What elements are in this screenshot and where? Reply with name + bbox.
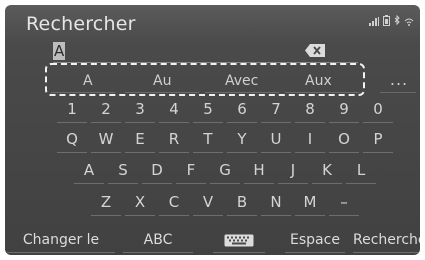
search-screen: Rechercher A A Au Avec Aux ... 1 2 3 4 5… <box>5 5 420 255</box>
keyboard-key[interactable]: M <box>295 190 325 216</box>
keyboard-key[interactable]: D <box>142 158 172 184</box>
more-suggestions-button[interactable]: ... <box>384 70 414 90</box>
keyboard-key[interactable]: F <box>176 158 206 184</box>
keyboard-key[interactable]: 2 <box>91 97 121 123</box>
suggestion-item[interactable]: Au <box>153 73 171 89</box>
keyboard-key[interactable]: G <box>210 158 240 184</box>
status-bar <box>369 15 414 26</box>
keyboard-key[interactable]: X <box>125 190 155 216</box>
keyboard-key[interactable]: L <box>346 158 376 184</box>
keyboard-key[interactable]: S <box>108 158 138 184</box>
keyboard-key[interactable]: Y <box>227 127 257 153</box>
space-button[interactable]: Espace <box>285 228 345 253</box>
page-title: Rechercher <box>26 13 136 35</box>
keyboard-key[interactable]: W <box>91 127 121 153</box>
wifi-icon <box>404 18 414 26</box>
keyboard-key[interactable]: 6 <box>227 97 257 123</box>
divider <box>380 92 416 93</box>
backspace-button[interactable] <box>305 44 325 57</box>
abc-button[interactable]: ABC <box>123 228 193 253</box>
divider <box>125 92 199 93</box>
keyboard-key[interactable]: 1 <box>57 97 87 123</box>
battery-icon <box>383 15 390 26</box>
suggestion-item[interactable]: A <box>83 73 93 89</box>
keyboard-key[interactable]: 7 <box>261 97 291 123</box>
divider <box>285 92 359 93</box>
keyboard-key[interactable]: R <box>159 127 189 153</box>
keyboard-key[interactable]: B <box>227 190 257 216</box>
keyboard-key[interactable]: P <box>363 127 393 153</box>
keyboard-key[interactable]: I <box>295 127 325 153</box>
keyboard-key[interactable]: 5 <box>193 97 223 123</box>
keyboard-key[interactable]: O <box>329 127 359 153</box>
keyboard-key[interactable]: N <box>261 190 291 216</box>
keyboard-key[interactable]: A <box>74 158 104 184</box>
suggestion-item[interactable]: Avec <box>225 73 258 89</box>
keyboard-key[interactable]: V <box>193 190 223 216</box>
keyboard-key[interactable]: 9 <box>329 97 359 123</box>
keyboard-key[interactable]: Q <box>57 127 87 153</box>
keyboard-key[interactable]: Z <box>91 190 121 216</box>
keyboard-key[interactable]: 8 <box>295 97 325 123</box>
keyboard-key[interactable]: J <box>278 158 308 184</box>
keyboard-key[interactable]: C <box>159 190 189 216</box>
keyboard-key[interactable]: T <box>193 127 223 153</box>
keyboard-key[interactable]: 0 <box>363 97 393 123</box>
signal-icon <box>369 17 379 26</box>
divider <box>205 92 279 93</box>
bluetooth-icon <box>394 15 400 26</box>
keyboard-key[interactable]: 4 <box>159 97 189 123</box>
suggestion-item[interactable]: Aux <box>305 73 332 89</box>
search-input-value: A <box>53 42 66 60</box>
keyboard-key[interactable]: H <box>244 158 274 184</box>
keyboard-key[interactable]: E <box>125 127 155 153</box>
keyboard-icon <box>224 234 254 247</box>
divider <box>51 92 115 93</box>
keyboard-layout-button[interactable] <box>213 228 265 253</box>
search-button[interactable]: Rechercher <box>353 228 420 253</box>
keyboard-key[interactable]: K <box>312 158 342 184</box>
keyboard-key[interactable]: 3 <box>125 97 155 123</box>
keyboard-key[interactable]: – <box>329 190 359 216</box>
change-type-button[interactable]: Changer le type <box>7 228 115 253</box>
keyboard-key[interactable]: U <box>261 127 291 153</box>
